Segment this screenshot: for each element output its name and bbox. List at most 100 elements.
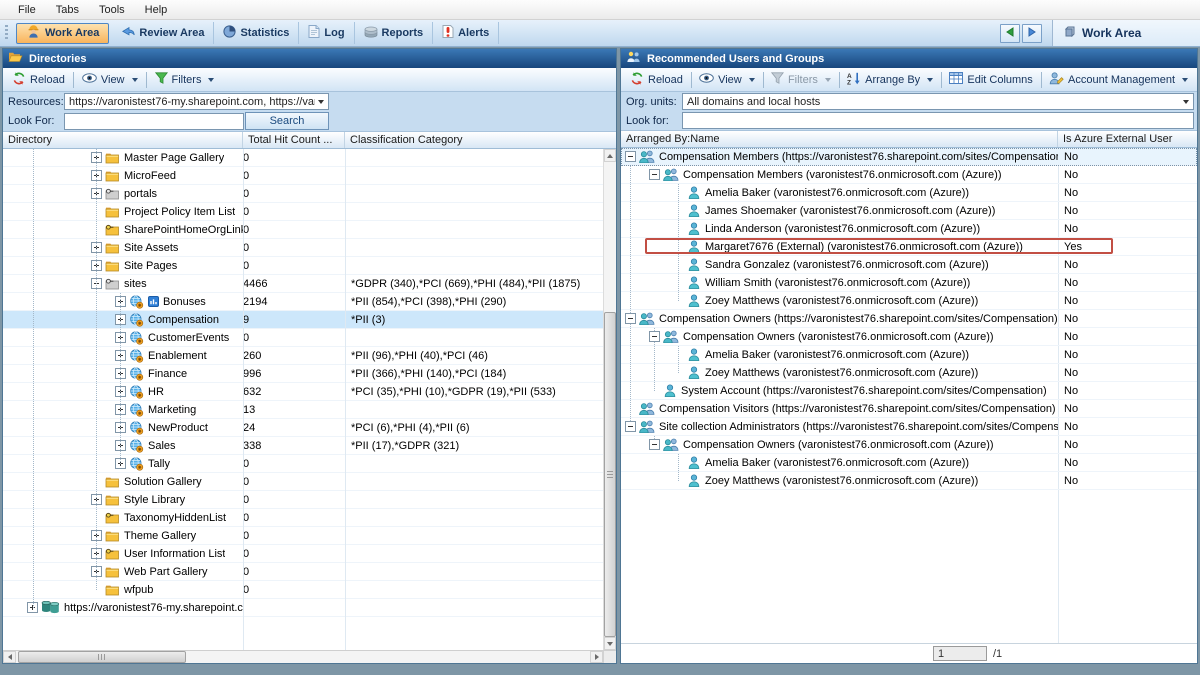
resources-select[interactable]: https://varonistest76-my.sharepoint.com,… xyxy=(64,93,329,110)
nav-forward-button[interactable] xyxy=(1022,24,1042,43)
directory-tree-row[interactable]: User Information List0 xyxy=(3,545,616,563)
reload-button[interactable]: Reload xyxy=(7,70,70,90)
user-tree-row[interactable]: Zoey Matthews (varonistest76.onmicrosoft… xyxy=(621,292,1197,310)
directory-tree-row[interactable]: Web Part Gallery0 xyxy=(3,563,616,581)
directory-tree-row[interactable]: portals0 xyxy=(3,185,616,203)
directory-tree-row[interactable]: Style Library0 xyxy=(3,491,616,509)
directory-tree-row[interactable]: Compensation9*PII (3) xyxy=(3,311,616,329)
user-tree-row[interactable]: Zoey Matthews (varonistest76.onmicrosoft… xyxy=(621,472,1197,490)
vertical-scrollbar[interactable] xyxy=(603,149,616,650)
user-tree-row[interactable]: Compensation Owners (varonistest76.onmic… xyxy=(621,328,1197,346)
collapse-icon[interactable] xyxy=(625,151,636,162)
tab-review-area[interactable]: Review Area xyxy=(112,22,214,44)
is-azure-external-user-value: No xyxy=(1058,184,1197,201)
horizontal-scrollbar[interactable] xyxy=(3,650,616,663)
directory-tree-row[interactable]: https://varonistest76-my.sharepoint.com xyxy=(3,599,616,617)
directory-tree-row[interactable]: Theme Gallery0 xyxy=(3,527,616,545)
user-tree-row[interactable]: Amelia Baker (varonistest76.onmicrosoft.… xyxy=(621,184,1197,202)
tab-alerts[interactable]: Alerts xyxy=(433,22,499,44)
account-management-button[interactable]: Account Management xyxy=(1044,70,1193,90)
user-tree-row[interactable]: Compensation Members (https://varonistes… xyxy=(621,148,1197,166)
directory-tree-row[interactable]: Sales338*PII (17),*GDPR (321) xyxy=(3,437,616,455)
directory-tree-row[interactable]: HR632*PCI (35),*PHI (10),*GDPR (19),*PII… xyxy=(3,383,616,401)
page-number-input[interactable]: 1 xyxy=(933,646,987,661)
tab-work-area[interactable]: Work Area xyxy=(16,23,109,44)
tab-log[interactable]: Log xyxy=(299,22,354,44)
user-icon xyxy=(687,366,701,379)
user-tree-row[interactable]: Zoey Matthews (varonistest76.onmicrosoft… xyxy=(621,364,1197,382)
menu-item-tools[interactable]: Tools xyxy=(89,2,135,18)
scroll-thumb[interactable] xyxy=(604,312,616,637)
menu-item-help[interactable]: Help xyxy=(135,2,178,18)
total-hit-count-value: 0 xyxy=(243,509,345,526)
user-tree-row[interactable]: Amelia Baker (varonistest76.onmicrosoft.… xyxy=(621,346,1197,364)
column-header-directory[interactable]: Directory xyxy=(3,132,243,148)
look-for-input[interactable] xyxy=(64,113,244,130)
collapse-icon[interactable] xyxy=(625,313,636,324)
collapse-icon[interactable] xyxy=(649,439,660,450)
collapse-icon[interactable] xyxy=(625,421,636,432)
look-for-input[interactable] xyxy=(682,112,1194,129)
user-tree-row[interactable]: Compensation Owners (https://varonistest… xyxy=(621,310,1197,328)
user-tree-row[interactable]: Compensation Members (varonistest76.onmi… xyxy=(621,166,1197,184)
collapse-icon[interactable] xyxy=(649,169,660,180)
directory-tree-row[interactable]: Tally0 xyxy=(3,455,616,473)
collapse-icon[interactable] xyxy=(649,331,660,342)
directory-tree-row[interactable]: MicroFeed0 xyxy=(3,167,616,185)
scroll-track[interactable] xyxy=(604,162,616,637)
directory-tree-row[interactable]: sites4466*GDPR (340),*PCI (669),*PHI (48… xyxy=(3,275,616,293)
directory-tree-row[interactable]: Project Policy Item List0 xyxy=(3,203,616,221)
tree-item-label: Compensation Owners (https://varonistest… xyxy=(659,313,1058,325)
directory-tree-row[interactable]: wfpub0 xyxy=(3,581,616,599)
scroll-right-button[interactable] xyxy=(590,651,603,663)
scroll-thumb[interactable] xyxy=(18,651,186,663)
org-units-select[interactable]: All domains and local hosts xyxy=(682,93,1194,110)
directory-tree-row[interactable]: Enablement260*PII (96),*PHI (40),*PCI (4… xyxy=(3,347,616,365)
scroll-up-button[interactable] xyxy=(604,149,616,162)
view-button[interactable]: View xyxy=(77,71,143,88)
directory-tree-row[interactable]: Finance996*PII (366),*PHI (140),*PCI (18… xyxy=(3,365,616,383)
column-header-is-azure-external-user[interactable]: Is Azure External User xyxy=(1058,131,1197,147)
scroll-left-button[interactable] xyxy=(3,651,16,663)
menu-item-file[interactable]: File xyxy=(8,2,46,18)
menu-item-tabs[interactable]: Tabs xyxy=(46,2,89,18)
directory-tree-row[interactable]: CustomerEvents0 xyxy=(3,329,616,347)
view-button[interactable]: View xyxy=(694,71,760,88)
arrange-by-button[interactable]: AZ Arrange By xyxy=(842,70,938,90)
scroll-track[interactable] xyxy=(16,651,590,663)
user-tree-row[interactable]: James Shoemaker (varonistest76.onmicroso… xyxy=(621,202,1197,220)
directory-tree-row[interactable]: NewProduct24*PCI (6),*PHI (4),*PII (6) xyxy=(3,419,616,437)
recommended-users-header: Recommended Users and Groups xyxy=(621,49,1197,68)
user-tree-row[interactable]: Compensation Owners (varonistest76.onmic… xyxy=(621,436,1197,454)
user-tree-row[interactable]: Compensation Visitors (https://varoniste… xyxy=(621,400,1197,418)
user-tree-row-flagged-external[interactable]: Margaret7676 (External) (varonistest76.o… xyxy=(621,238,1197,256)
back-arrow-icon xyxy=(1005,27,1015,40)
user-tree-row[interactable]: System Account (https://varonistest76.sh… xyxy=(621,382,1197,400)
directory-tree-row[interactable]: TaxonomyHiddenList0 xyxy=(3,509,616,527)
user-tree-row[interactable]: Linda Anderson (varonistest76.onmicrosof… xyxy=(621,220,1197,238)
user-tree-row[interactable]: Amelia Baker (varonistest76.onmicrosoft.… xyxy=(621,454,1197,472)
nav-back-button[interactable] xyxy=(1000,24,1020,43)
reload-button[interactable]: Reload xyxy=(625,70,688,90)
directory-tree-row[interactable]: Bonuses2194*PII (854),*PCI (398),*PHI (2… xyxy=(3,293,616,311)
search-button[interactable]: Search xyxy=(245,112,329,130)
user-tree-row[interactable]: Sandra Gonzalez (varonistest76.onmicroso… xyxy=(621,256,1197,274)
user-tree-row[interactable]: Site collection Administrators (https://… xyxy=(621,418,1197,436)
directory-tree-row[interactable]: Site Pages0 xyxy=(3,257,616,275)
edit-columns-button[interactable]: Edit Columns xyxy=(944,70,1037,89)
user-icon xyxy=(687,258,701,271)
tab-reports[interactable]: Reports xyxy=(355,22,434,44)
directory-tree-row[interactable]: Solution Gallery0 xyxy=(3,473,616,491)
tab-statistics[interactable]: Statistics xyxy=(214,22,299,44)
directory-tree-row[interactable]: Master Page Gallery0 xyxy=(3,149,616,167)
directory-tree-row[interactable]: Marketing13 xyxy=(3,401,616,419)
column-header-total-hit-count[interactable]: Total Hit Count ... xyxy=(243,132,345,148)
directory-tree-row[interactable]: Site Assets0 xyxy=(3,239,616,257)
scroll-down-button[interactable] xyxy=(604,637,616,650)
filters-button[interactable]: Filters xyxy=(766,70,836,89)
directory-tree-row[interactable]: SharePointHomeOrgLinks0 xyxy=(3,221,616,239)
user-tree-row[interactable]: William Smith (varonistest76.onmicrosoft… xyxy=(621,274,1197,292)
filters-button[interactable]: Filters xyxy=(150,70,220,89)
column-header-classification-category[interactable]: Classification Category xyxy=(345,132,616,148)
column-header-arranged-by-name[interactable]: Arranged By:Name xyxy=(621,131,1058,147)
